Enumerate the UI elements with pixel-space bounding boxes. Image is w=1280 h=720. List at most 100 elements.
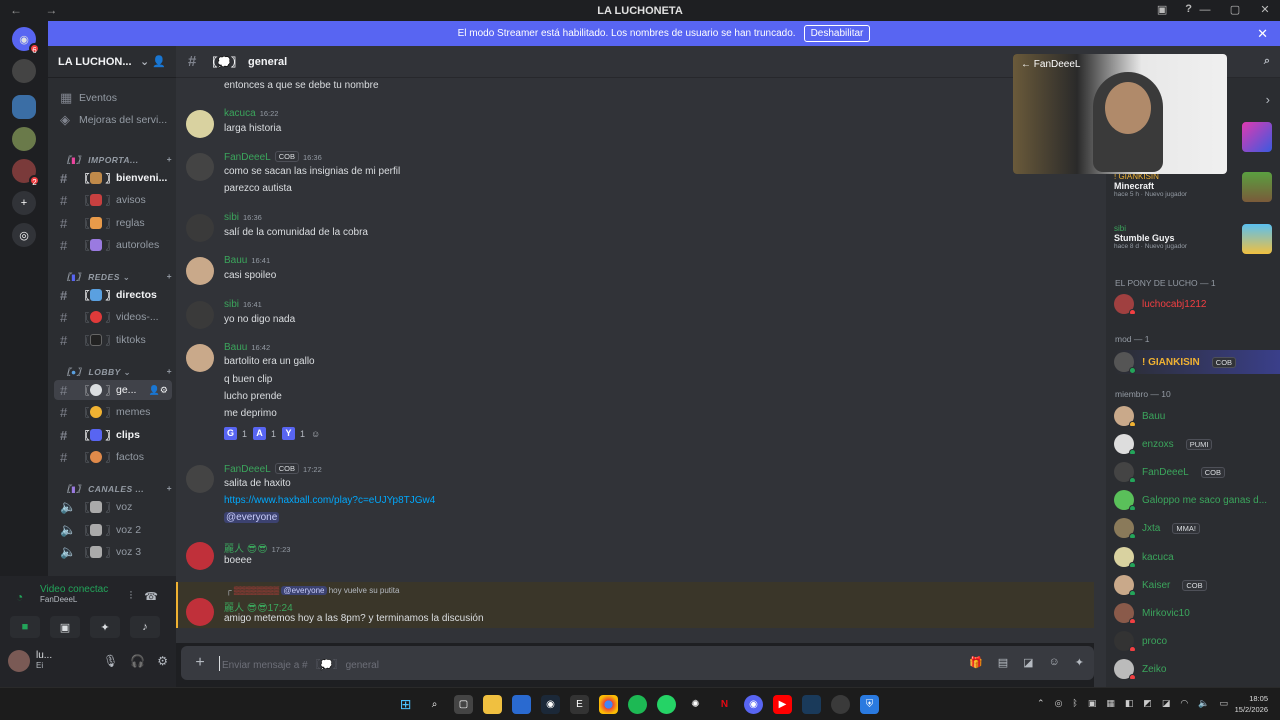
channel-bienvenidas[interactable]: # 〖〗 bienveni... [54,168,172,188]
store-icon[interactable] [512,695,531,714]
gif-icon[interactable]: ▤ [998,656,1008,669]
apps-icon[interactable]: ✦ [1075,656,1084,669]
chevron-up-icon[interactable]: ⌃ [1037,698,1045,709]
clock[interactable]: 18:05 15/2/2026 [1235,693,1268,715]
avatar[interactable] [186,110,214,138]
channel-autoroles[interactable]: # 〖〗 autoroles [54,235,172,255]
plus-icon[interactable]: + [181,654,219,672]
boost-item[interactable]: ◈ Mejoras del servi... [54,110,172,130]
channel-tiktoks[interactable]: # 〖〗 tiktoks [54,330,172,350]
voice-channel-voz-2[interactable]: 🔈 〖〗 voz 2 [54,520,172,540]
tray-app-icon[interactable]: ◎ [1055,698,1063,709]
search-icon[interactable]: ⌕ [425,695,444,714]
security-icon[interactable]: ⛨ [860,695,879,714]
tray-app-icon[interactable]: ▣ [1088,698,1097,709]
tray-app-icon[interactable]: ▦ [1106,698,1115,709]
avatar[interactable] [186,344,214,372]
member-item[interactable]: Mirkovic10 [1114,603,1280,623]
avatar[interactable] [8,650,30,672]
reaction[interactable]: Y1 [282,427,305,440]
reply-preview[interactable]: ┌ ▒▒▒▒▒▒▒▒ @everyone hoy vuelve su putit… [226,586,399,595]
disconnect-icon[interactable]: ☎ [144,590,158,603]
channel-memes[interactable]: # 〖〗 memes [54,402,172,422]
discord-home-icon[interactable]: ◉ 6 [12,27,40,55]
member-item[interactable]: Jxta MMA! [1114,518,1280,538]
wifi-icon[interactable]: ◠ [1180,698,1188,709]
epic-icon[interactable]: E [570,695,589,714]
voice-channel-voz-3[interactable]: 🔈 〖〗 voz 3 [54,542,172,562]
video-popout[interactable]: ← FanDeeeL [1013,54,1227,174]
voice-status[interactable]: Video conectac FanDeeeL [40,584,108,604]
netflix-icon[interactable]: N [715,695,734,714]
server-icon[interactable]: 2 [12,159,40,187]
channel-general[interactable]: # 〖〗 ge... 👤⚙ [54,380,172,400]
screen-share-button[interactable]: ▣ [50,616,80,638]
category-canales-voz[interactable]: 〖▮〗 CANALES ... + [62,483,172,495]
noise-suppression-icon[interactable]: ⫶ [130,590,133,603]
avatar[interactable] [186,153,214,181]
activity-card[interactable]: ! GIANKISIN Minecraft hace 5 h · Nuevo j… [1114,172,1280,202]
gear-icon[interactable]: ⚙ [157,654,168,668]
category-importante[interactable]: 〖▮〗 IMPORTA... + [62,154,172,166]
reaction[interactable]: A1 [253,427,276,440]
gift-icon[interactable]: 🎁 [969,656,983,669]
channel-directos[interactable]: # 〖〗 directos [54,285,172,305]
avatar[interactable] [186,257,214,285]
maximize-button[interactable]: ▢ [1220,0,1250,21]
tray-app-icon[interactable]: ◪ [1162,698,1171,709]
server-icon-active[interactable] [12,95,36,119]
settings-icon[interactable]: 👤⚙ [149,385,168,396]
category-lobby[interactable]: 〖●〗 LOBBY ⌄ + [62,366,172,378]
steam-icon[interactable]: ◉ [541,695,560,714]
nav-arrows[interactable]: ← → [10,3,67,17]
chevron-down-icon[interactable]: ⌄ 👤 [140,55,166,68]
file-explorer-icon[interactable] [483,695,502,714]
avatar[interactable] [186,465,214,493]
reaction[interactable]: G1 [224,427,247,440]
close-button[interactable]: ✕ [1250,0,1280,21]
member-item[interactable]: proco [1114,631,1280,651]
search-icon[interactable]: ⌕ [1264,55,1270,68]
dm-avatar[interactable] [12,59,36,83]
battery-icon[interactable]: ▭ [1219,698,1228,709]
camera-button[interactable]: ■ [10,616,40,638]
chevron-right-icon[interactable]: › [1266,92,1270,107]
activity-card[interactable]: sibi Stumble Guys hace 8 d · Nuevo jugad… [1114,224,1280,254]
activities-button[interactable]: ✦ [90,616,120,638]
mention[interactable]: @everyone [224,512,280,523]
chrome-icon[interactable] [599,695,618,714]
avatar[interactable] [186,301,214,329]
member-item[interactable]: kacuca [1114,547,1280,567]
member-item[interactable]: Zeiko [1114,659,1280,679]
youtube-icon[interactable]: ▶ [773,695,792,714]
member-item[interactable]: ! GIANKISIN COB [1114,350,1280,374]
member-item[interactable]: Bauu [1114,406,1280,426]
member-item[interactable]: enzoxs PUMI [1114,434,1280,454]
add-reaction-icon[interactable]: ☺ [311,427,320,440]
server-header[interactable]: LA LUCHON... ⌄ 👤 [48,46,176,78]
channel-videos[interactable]: # 〖〗 videos-... [54,307,172,327]
member-item[interactable]: luchocabj1212 [1114,294,1280,314]
add-server-icon[interactable]: + [12,191,36,215]
bluetooth-icon[interactable]: ᛒ [1072,698,1077,709]
channel-avisos[interactable]: # 〖〗 avisos [54,190,172,210]
app-icon[interactable] [802,695,821,714]
whatsapp-icon[interactable] [657,695,676,714]
soundboard-button[interactable]: ♪ [130,616,160,638]
volume-icon[interactable]: 🔈 [1198,698,1209,709]
close-icon[interactable]: ✕ [1257,26,1268,42]
game-icon[interactable] [831,695,850,714]
headphones-icon[interactable]: 🎧 [130,654,145,668]
channel-clips[interactable]: # 〖〗 clips [54,425,172,445]
message-input[interactable]: Enviar mensaje a # 〖💭〗 general [219,655,379,671]
member-item[interactable]: Galoppo me saco ganas d... [1114,490,1280,510]
minimize-button[interactable]: — [1190,0,1220,21]
start-icon[interactable]: ⊞ [396,695,415,714]
channel-factos[interactable]: # 〖〗 factos [54,447,172,467]
tray-app-icon[interactable]: ◩ [1143,698,1152,709]
video-label[interactable]: ← FanDeeeL [1021,59,1080,70]
member-item[interactable]: FanDeeeL COB [1114,462,1280,482]
tray-app-icon[interactable]: ◧ [1125,698,1134,709]
server-icon[interactable] [12,127,36,151]
avatar[interactable] [186,542,214,570]
